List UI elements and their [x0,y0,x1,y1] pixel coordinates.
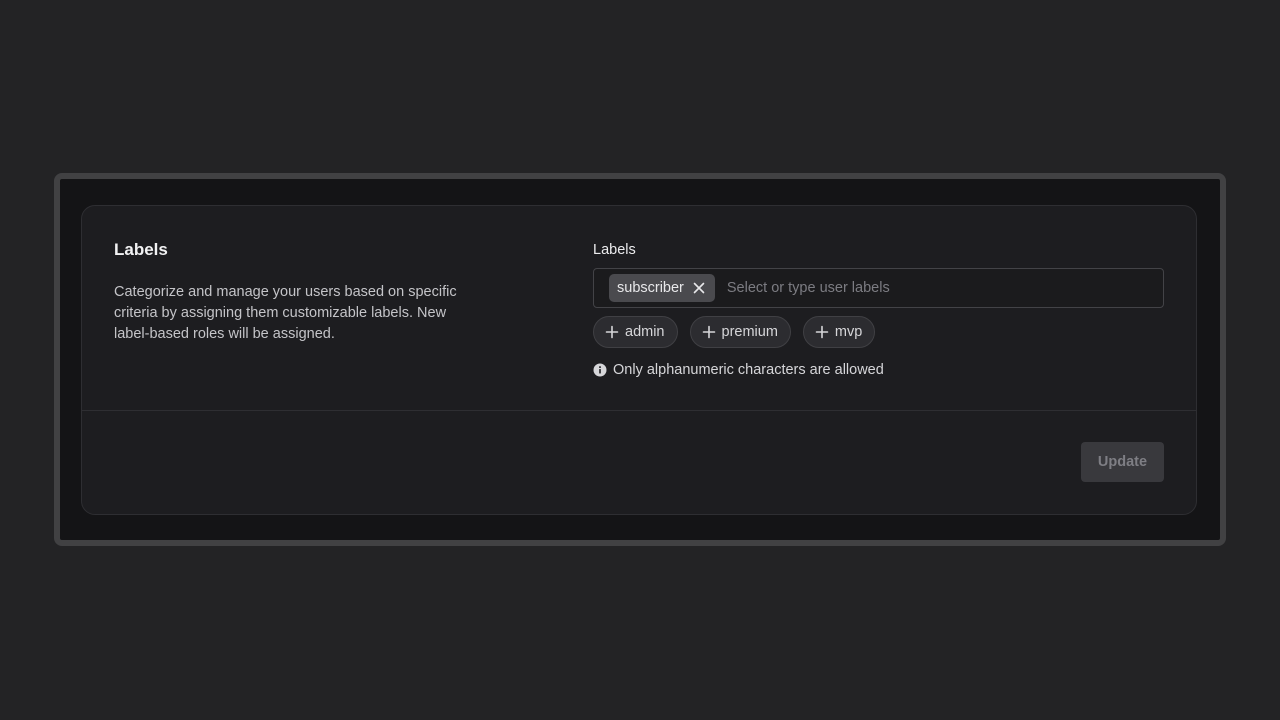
preview-frame: Labels Categorize and manage your users … [54,173,1226,546]
info-icon [593,363,607,377]
plus-icon [815,325,829,339]
labels-card: Labels Categorize and manage your users … [81,205,1197,515]
suggestion-premium-button[interactable]: premium [689,316,791,348]
suggestion-admin-button[interactable]: admin [593,316,678,348]
field-label: Labels [593,242,636,258]
suggestion-mvp-button[interactable]: mvp [802,316,876,348]
tag-label: subscriber [617,280,684,296]
section-description: Categorize and manage your users based o… [114,284,457,342]
suggestion-label: premium [721,324,778,340]
update-button[interactable]: Update [1081,442,1164,482]
label-suggestions: admin premium mvp [593,316,1164,348]
selected-tag-subscriber: subscriber [609,274,715,302]
suggestion-label: admin [625,324,665,340]
labels-search-input[interactable] [724,279,1163,297]
labels-tags-input[interactable]: subscriber [593,268,1164,308]
section-title: Labels [114,240,168,259]
close-icon[interactable] [691,280,707,296]
suggestion-label: mvp [834,324,863,340]
plus-icon [702,325,716,339]
labels-field: Labels subscriber Select or type user la… [593,240,1164,378]
card-body: Labels Categorize and manage your users … [82,206,1196,411]
field-hint: Only alphanumeric characters are allowed [593,362,1164,378]
hint-text: Only alphanumeric characters are allowed [613,362,884,378]
plus-icon [605,325,619,339]
